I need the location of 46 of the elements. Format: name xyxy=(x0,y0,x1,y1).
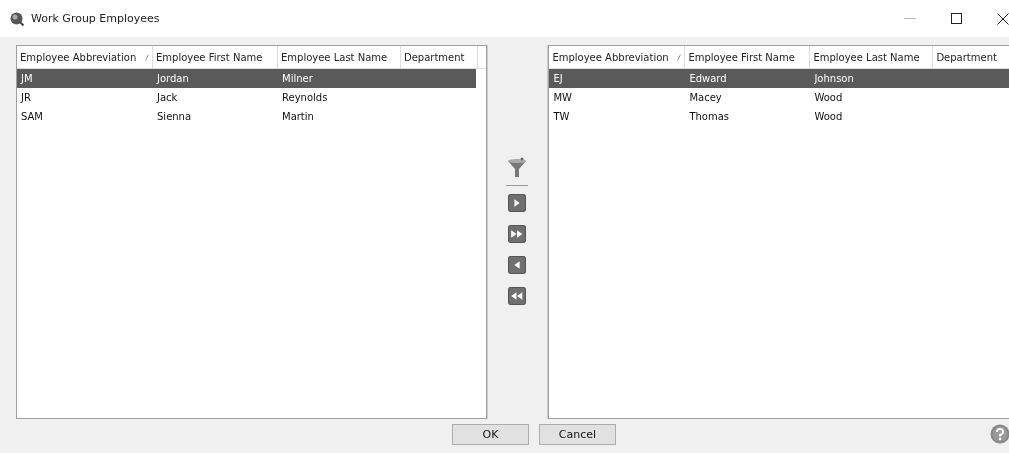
table-cell-text: Jordan xyxy=(155,73,190,84)
table-cell-text: Thomas xyxy=(688,111,731,122)
table-row[interactable]: JR Jack Reynolds xyxy=(17,88,486,107)
move-all-left-button[interactable] xyxy=(508,287,527,305)
table-cell-text: Reynolds xyxy=(281,92,329,103)
column-header[interactable]: Employee Abbreviation xyxy=(549,46,686,68)
table-row[interactable]: SAM Sienna Martin xyxy=(17,107,486,126)
table-row[interactable]: TW Thomas Wood xyxy=(549,107,1009,126)
table-cell-text: Johnson xyxy=(813,73,855,84)
column-header[interactable]: Employee Last Name xyxy=(278,46,401,68)
table-cell-text: SAM xyxy=(20,111,44,122)
move-all-right-button[interactable] xyxy=(508,225,527,243)
column-header[interactable]: Employee Abbreviation xyxy=(17,46,153,68)
table-cell-text: MW xyxy=(552,92,573,103)
table-row[interactable]: JM Jordan Milner xyxy=(17,69,476,88)
app-icon xyxy=(9,10,25,27)
column-header[interactable]: Employee Last Name xyxy=(810,46,934,68)
table-cell-text: Sienna xyxy=(156,111,193,122)
sort-icon xyxy=(677,53,682,61)
help-icon[interactable] xyxy=(990,424,1009,444)
table-cell-text: Wood xyxy=(813,111,844,122)
sort-icon xyxy=(145,53,149,61)
table-cell-text: Milner xyxy=(281,73,314,84)
move-right-button[interactable] xyxy=(508,194,527,212)
maximize-icon[interactable] xyxy=(951,13,962,24)
table-row[interactable]: MW Macey Wood xyxy=(549,88,1009,107)
table-cell-text: JM xyxy=(19,73,34,84)
table-row[interactable]: EJ Edward Johnson xyxy=(549,69,1009,88)
column-header[interactable]: Department xyxy=(401,46,478,68)
table-cell-text: Macey xyxy=(688,92,723,103)
table-cell-text: JR xyxy=(19,92,32,103)
table-cell-text: TW xyxy=(552,111,571,122)
table-cell-text: Wood xyxy=(813,92,844,103)
column-header[interactable]: Employee First Name xyxy=(153,46,278,68)
close-icon[interactable] xyxy=(997,12,1009,25)
column-header[interactable]: Department xyxy=(933,46,1009,68)
table-cell-text: Edward xyxy=(688,73,728,84)
column-header[interactable]: Employee First Name xyxy=(685,46,811,68)
table-cell-text: EJ xyxy=(552,73,564,84)
window-title: Work Group Employees xyxy=(31,12,160,25)
table-cell-text: Jack xyxy=(155,92,179,103)
table-cell-text: Martin xyxy=(281,111,315,122)
cancel-button[interactable]: Cancel xyxy=(539,423,616,445)
move-left-button[interactable] xyxy=(508,256,527,274)
ok-button[interactable]: OK xyxy=(452,423,529,445)
funnel-icon[interactable] xyxy=(507,157,528,179)
